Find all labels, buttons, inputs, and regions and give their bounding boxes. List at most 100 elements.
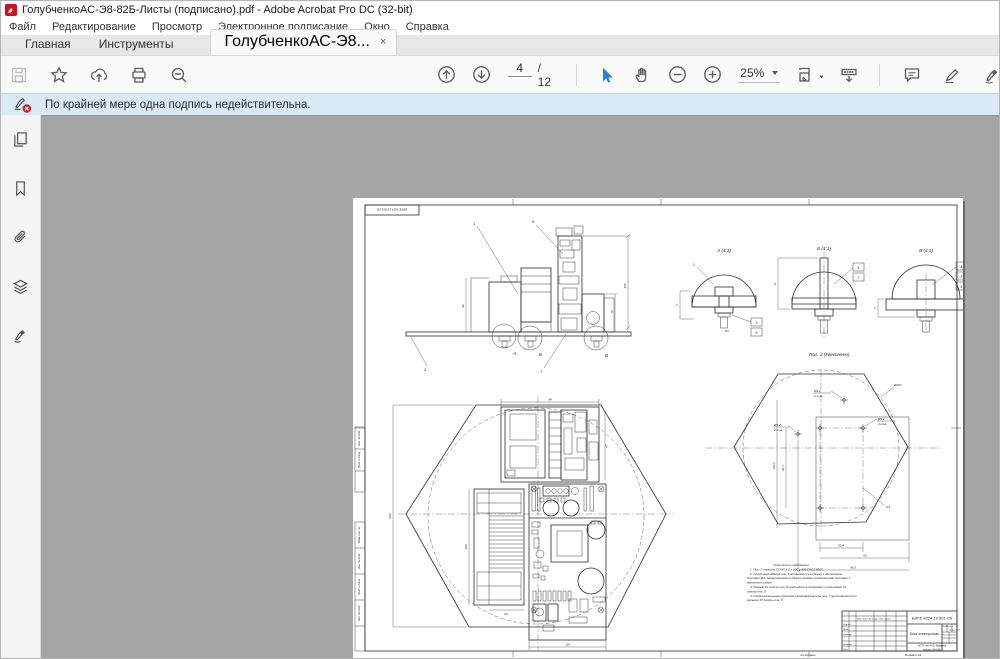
svg-text:группа Э8-82Б: группа Э8-82Б: [923, 647, 941, 651]
warning-message: По крайней мере одна подпись недействите…: [45, 99, 311, 111]
toolbar: / 12 25%: [1, 56, 999, 94]
navigation-pane: [1, 115, 41, 658]
svg-text:Лист: Лист: [942, 635, 949, 637]
zoom-level-dropdown[interactable]: 25%: [738, 66, 780, 83]
svg-text:Листов: Листов: [948, 635, 958, 637]
tab-tools[interactable]: Инструменты: [85, 34, 188, 55]
svg-text:Н.контр.: Н.контр.: [843, 644, 853, 646]
svg-text:6: 6: [756, 331, 758, 335]
pos2-label: Пол. 2 (Увеличено): [809, 352, 850, 357]
signature-pen-icon: [12, 327, 29, 344]
highlight-button[interactable]: [942, 65, 962, 85]
svg-text:Подп. и дата: Подп. и дата: [357, 578, 361, 595]
technical-requirements: Технические требования 1. Пов. 2 чернить…: [746, 563, 857, 602]
paperclip-icon: [12, 229, 29, 246]
svg-text:2 отв.: 2 отв.: [813, 394, 823, 398]
top-stamp-text: БИГЕ.4314.19.001 СБ: [377, 208, 407, 212]
svg-text:3: 3: [961, 275, 963, 279]
bookmarks-button[interactable]: [12, 180, 29, 202]
svg-text:2. Сборочный абажур пов. 3 вст: 2. Сборочный абажур пов. 3 вставляется в…: [749, 572, 842, 576]
svg-text:103,5: 103,5: [772, 462, 776, 470]
svg-text:Масса: Масса: [946, 626, 953, 628]
svg-text:Б (4:1): Б (4:1): [817, 246, 831, 251]
minus-circle-icon: [668, 65, 687, 84]
signature-warning-banner: По крайней мере одна подпись недействите…: [1, 94, 999, 115]
svg-text:крепления клемм.: крепления клемм.: [747, 581, 772, 585]
toolbar-separator: [576, 64, 577, 86]
svg-text:63: 63: [863, 554, 867, 558]
svg-text:Взам. инв. №: Взам. инв. №: [357, 527, 361, 543]
zoom-in-button[interactable]: [703, 65, 722, 85]
page-number-input[interactable]: [508, 60, 532, 77]
svg-text:Т.контр.: Т.контр.: [843, 634, 852, 636]
svg-text:96,3: 96,3: [850, 566, 856, 570]
svg-text:75: 75: [610, 310, 614, 314]
callout-v: В: [605, 353, 608, 358]
svg-text:Подп. и дата: Подп. и дата: [357, 451, 361, 468]
signatures-button[interactable]: [12, 327, 29, 349]
drawing-frame: БИГЕ.4314.19.001 СБ Инв. № дубл. Подп. и…: [355, 199, 961, 657]
engineering-drawing: БИГЕ.4314.19.001 СБ Инв. № дубл. Подп. и…: [353, 198, 963, 658]
share-button[interactable]: [89, 65, 109, 85]
scroll-mode-button[interactable]: [839, 65, 859, 85]
menu-view[interactable]: Просмотр: [152, 21, 202, 33]
cloud-upload-icon: [90, 66, 108, 84]
callout-7: 7: [540, 369, 543, 374]
tab-home[interactable]: Главная: [11, 34, 85, 55]
plus-circle-icon: [703, 65, 722, 84]
detail-view-a: А (4:1) М3 1 8 3: [675, 248, 762, 336]
svg-text:5: 5: [858, 266, 860, 270]
svg-text:Ø207: Ø207: [893, 383, 902, 387]
svg-text:В (4:1): В (4:1): [919, 248, 933, 253]
search-icon: [170, 66, 188, 84]
svg-text:А (4:1): А (4:1): [716, 248, 731, 253]
svg-text:4 отв.: 4 отв.: [878, 422, 887, 426]
select-tool-button[interactable]: [597, 65, 616, 85]
main-pcb: 107: [529, 484, 606, 650]
detail-a-tag1: 1: [693, 263, 695, 267]
sign-button[interactable]: [982, 65, 1000, 85]
svg-text:67: 67: [605, 444, 609, 448]
page-view-button[interactable]: [796, 65, 823, 85]
svg-text:платы пов. 9.: платы пов. 9.: [747, 589, 767, 593]
callout-a: А: [512, 351, 516, 356]
document-canvas[interactable]: БИГЕ.4314.19.001 СБ Инв. № дубл. Подп. и…: [41, 115, 999, 658]
svg-text:Технические требования: Технические требования: [773, 563, 809, 567]
tab-document[interactable]: ГолубченкоАС-Э8... ×: [210, 29, 398, 55]
svg-text:1. Пов. 2 чернить СП-95-К 3 х: 1. Пов. 2 чернить СП-95-К 3 х 600 у 500 …: [750, 567, 823, 571]
hand-tool-button[interactable]: [632, 65, 651, 85]
svg-text:7: 7: [858, 276, 860, 280]
doc-number: БИГЕ 4314.19.001 СБ: [912, 616, 953, 621]
find-button[interactable]: [169, 65, 189, 85]
heatsink: 100 62: [464, 489, 524, 616]
menu-edit[interactable]: Редактирование: [52, 21, 136, 33]
page-thumbnails-button[interactable]: [12, 131, 29, 153]
menu-file[interactable]: Файл: [9, 21, 36, 33]
upper-board: 94 67: [501, 398, 609, 483]
next-page-button[interactable]: [472, 65, 491, 85]
favorite-button[interactable]: [49, 65, 69, 85]
svg-text:94: 94: [548, 398, 552, 402]
svg-text:4: 4: [961, 265, 963, 269]
svg-text:6: 6: [961, 285, 963, 289]
svg-text:Ø4,2: Ø4,2: [813, 389, 821, 393]
star-icon: [50, 66, 68, 84]
comment-button[interactable]: [902, 65, 922, 85]
save-button[interactable]: [9, 65, 29, 85]
layers-button[interactable]: [12, 278, 29, 300]
menu-help[interactable]: Справка: [406, 21, 449, 33]
attachments-button[interactable]: [12, 229, 29, 251]
invalid-signature-icon: [13, 95, 33, 114]
print-button[interactable]: [129, 65, 149, 85]
svg-text:Масштаб: Масштаб: [949, 630, 960, 632]
svg-text:Ø5,2: Ø5,2: [877, 417, 885, 421]
zoom-out-button[interactable]: [668, 65, 687, 85]
detail-view-b: Б (4:1) 5 7 21: [773, 246, 864, 338]
svg-text:50,4: 50,4: [838, 544, 844, 548]
side-view: А Б В 1 9 2 7: [406, 219, 631, 374]
svg-text:8: 8: [873, 307, 877, 309]
close-tab-icon[interactable]: ×: [380, 36, 386, 48]
previous-page-button[interactable]: [437, 65, 456, 85]
title-bar: ГолубченкоАС-Э8-82Б-Листы (подписано).pd…: [1, 1, 999, 19]
toolbar-separator: [879, 64, 880, 86]
